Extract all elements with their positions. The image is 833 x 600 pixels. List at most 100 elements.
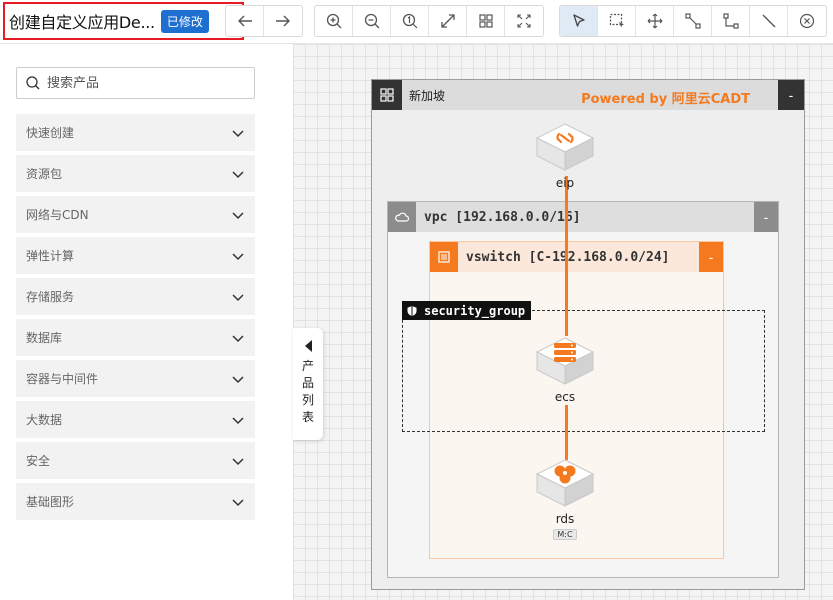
move-tool-button[interactable] [636, 6, 674, 36]
region-grid-icon [372, 80, 402, 110]
chevron-down-icon [232, 334, 244, 342]
category-container-middleware[interactable]: 容器与中间件 [16, 360, 255, 397]
pointer-tool-button[interactable] [560, 6, 598, 36]
zoom-out-button[interactable] [353, 6, 391, 36]
elbow-connector-button[interactable] [712, 6, 750, 36]
eip-ecs-connection[interactable] [565, 176, 568, 336]
rds-node[interactable]: rds M:C [533, 456, 597, 540]
collapse-left-icon [304, 340, 312, 352]
fullscreen-button[interactable] [505, 6, 543, 36]
category-quick-create[interactable]: 快速创建 [16, 114, 255, 151]
zoom-out-icon [364, 13, 379, 29]
chevron-down-icon [232, 129, 244, 137]
category-network-cdn[interactable]: 网络与CDN [16, 196, 255, 233]
redo-icon [276, 15, 290, 27]
category-big-data[interactable]: 大数据 [16, 401, 255, 438]
switch-icon [430, 242, 458, 272]
rds-label: rds [555, 512, 575, 526]
category-label: 数据库 [26, 331, 63, 345]
category-database[interactable]: 数据库 [16, 319, 255, 356]
powered-by-label: Powered by 阿里云CADT [581, 92, 750, 107]
close-circle-icon [799, 13, 815, 29]
fullscreen-icon [517, 14, 531, 28]
category-label: 基础图形 [26, 495, 75, 509]
category-label: 大数据 [26, 413, 63, 427]
ecs-server-icon [535, 337, 595, 385]
connector-tool-button[interactable] [674, 6, 712, 36]
eip-label: eip [555, 176, 575, 190]
line-icon [762, 14, 775, 28]
zoom-in-icon [326, 13, 341, 29]
app-title[interactable]: 创建自定义应用De... [9, 9, 155, 33]
category-security[interactable]: 安全 [16, 442, 255, 479]
vpc-collapse-button[interactable]: - [754, 202, 778, 232]
chevron-down-icon [232, 252, 244, 260]
rds-database-icon [535, 459, 595, 507]
elbow-connector-icon [722, 13, 739, 29]
eip-icon [535, 123, 595, 171]
actual-size-button[interactable] [391, 6, 429, 36]
zoom-in-button[interactable] [315, 6, 353, 36]
marquee-select-button[interactable] [598, 6, 636, 36]
category-storage[interactable]: 存储服务 [16, 278, 255, 315]
category-label: 容器与中间件 [26, 372, 99, 386]
history-group [225, 5, 303, 37]
move-icon [647, 13, 662, 29]
vswitch-header: vswitch [C-192.168.0.0/24] - [430, 242, 723, 272]
category-label: 网络与CDN [26, 208, 89, 222]
grid-button[interactable] [467, 6, 505, 36]
shield-icon [407, 305, 417, 316]
category-label: 存储服务 [26, 290, 75, 304]
category-label: 资源包 [26, 167, 63, 181]
marquee-select-icon [609, 13, 624, 28]
security-group-label[interactable]: security_group [402, 301, 532, 320]
undo-button[interactable] [226, 6, 264, 36]
chevron-down-icon [232, 498, 244, 506]
region-name: 新加坡 [409, 88, 446, 103]
chevron-down-icon [232, 293, 244, 301]
region-header: 新加坡 Powered by 阿里云CADT - [372, 80, 804, 110]
tools-group [559, 5, 827, 37]
connector-icon [684, 13, 701, 29]
fit-screen-button[interactable] [429, 6, 467, 36]
search-input[interactable] [47, 75, 237, 91]
clear-button[interactable] [788, 6, 826, 36]
view-group [314, 5, 544, 37]
actual-size-icon [402, 13, 417, 29]
chevron-down-icon [232, 416, 244, 424]
region-collapse-button[interactable]: - [778, 80, 804, 110]
product-search [16, 67, 255, 99]
app-title-area: 创建自定义应用De... 已修改 [3, 2, 244, 40]
product-list-label: 产品列表 [301, 359, 314, 424]
category-resource-pack[interactable]: 资源包 [16, 155, 255, 192]
grid-icon [478, 14, 493, 28]
chevron-down-icon [232, 457, 244, 465]
chevron-down-icon [232, 211, 244, 219]
category-label: 快速创建 [26, 126, 75, 140]
cloud-icon [388, 202, 416, 232]
modified-badge: 已修改 [160, 9, 209, 33]
category-label: 弹性计算 [26, 249, 75, 263]
product-list-toggle[interactable]: 产品列表 [293, 328, 323, 440]
ecs-node[interactable]: ecs [533, 334, 597, 404]
security-group-name: security_group [424, 303, 526, 318]
category-elastic-compute[interactable]: 弹性计算 [16, 237, 255, 274]
top-toolbar: 创建自定义应用De... 已修改 [0, 0, 833, 44]
chevron-down-icon [232, 170, 244, 178]
eip-node[interactable]: eip [533, 120, 597, 190]
chevron-down-icon [232, 375, 244, 383]
ecs-label: ecs [554, 390, 576, 404]
undo-icon [237, 15, 252, 27]
category-basic-shapes[interactable]: 基础图形 [16, 483, 255, 520]
redo-button[interactable] [264, 6, 302, 36]
vpc-header: vpc [192.168.0.0/16] - [388, 202, 778, 232]
rds-mode-tag: M:C [553, 529, 577, 540]
vswitch-collapse-button[interactable]: - [699, 242, 723, 272]
product-sidebar: 快速创建 资源包 网络与CDN 弹性计算 存储服务 数据库 容器与中间件 大数据… [0, 44, 293, 600]
line-tool-button[interactable] [750, 6, 788, 36]
ecs-rds-connection[interactable] [565, 405, 568, 460]
search-icon [26, 76, 40, 90]
fit-screen-icon [440, 14, 455, 28]
pointer-icon [572, 14, 585, 27]
vpc-name: vpc [192.168.0.0/16] [424, 209, 581, 225]
